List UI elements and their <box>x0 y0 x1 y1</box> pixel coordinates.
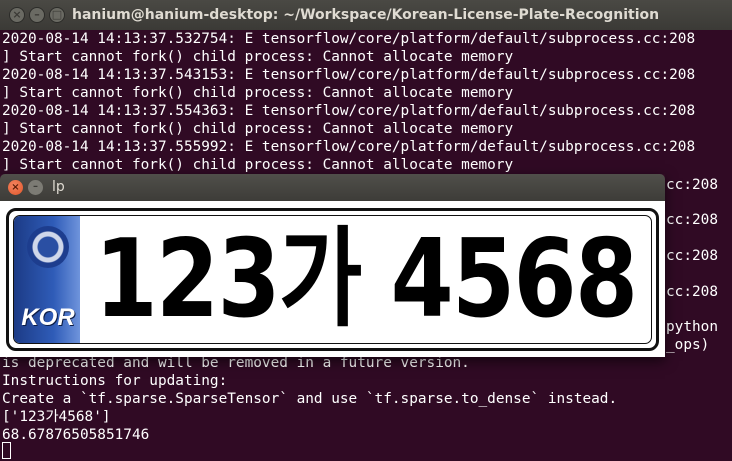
terminal-line: ] Start cannot fork() child process: Can… <box>2 85 514 101</box>
terminal-line-fragment: cc:208 <box>666 248 718 264</box>
plate-country-band: KOR <box>14 216 80 343</box>
taegeuk-emblem-icon <box>27 226 69 268</box>
terminal-line-fragment: cc:208 <box>666 212 718 228</box>
terminal-line: ] Start cannot fork() child process: Can… <box>2 49 514 65</box>
terminal-line: 2020-08-14 14:13:37.554363: E tensorflow… <box>2 103 696 119</box>
minimize-icon[interactable]: – <box>28 180 43 195</box>
terminal-line-fragment: cc:208 <box>666 284 718 300</box>
window-title: hanium@hanium-desktop: ~/Workspace/Korea… <box>72 7 660 23</box>
license-plate: KOR 123가 4568 <box>6 208 659 351</box>
terminal-line-fragment: python <box>666 319 718 335</box>
close-icon[interactable]: × <box>8 180 23 195</box>
minimize-icon[interactable]: – <box>29 7 45 23</box>
terminal-line: Instructions for updating: <box>2 373 228 389</box>
lp-window-title: lp <box>52 179 65 195</box>
terminal-line: ] Start cannot fork() child process: Can… <box>2 157 514 173</box>
maximize-icon[interactable]: □ <box>49 7 65 23</box>
terminal-line: 2020-08-14 14:13:37.555992: E tensorflow… <box>2 139 696 155</box>
terminal-line-fragment: _ops) <box>666 337 710 353</box>
license-plate-inner: KOR 123가 4568 <box>13 215 652 344</box>
terminal-titlebar[interactable]: × – □ hanium@hanium-desktop: ~/Workspace… <box>0 0 732 31</box>
terminal-line: 2020-08-14 14:13:37.532754: E tensorflow… <box>2 31 696 47</box>
close-icon[interactable]: × <box>9 7 25 23</box>
plate-number: 123가 4568 <box>94 216 638 342</box>
terminal-line: ] Start cannot fork() child process: Can… <box>2 121 514 137</box>
lp-window[interactable]: × – lp KOR 123가 4568 <box>0 174 665 357</box>
terminal-line-fragment: cc:208 <box>666 177 718 193</box>
terminal-cursor <box>2 442 11 459</box>
terminal-line: 2020-08-14 14:13:37.543153: E tensorflow… <box>2 67 696 83</box>
terminal-line: ['123가4568'] <box>2 409 111 425</box>
terminal-line: 68.67876505851746 <box>2 427 150 443</box>
terminal-line: Create a `tf.sparse.SparseTensor` and us… <box>2 391 618 407</box>
lp-titlebar[interactable]: × – lp <box>0 174 665 201</box>
plate-country-code: KOR <box>21 304 75 331</box>
lp-image-canvas: KOR 123가 4568 <box>0 201 665 357</box>
